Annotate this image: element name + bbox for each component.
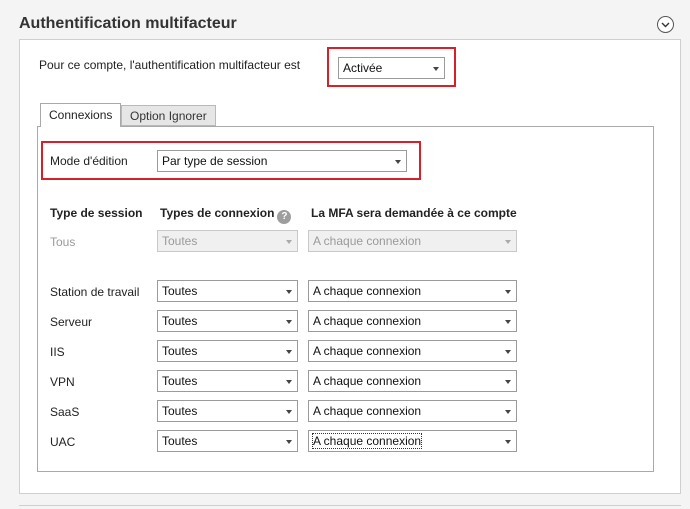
collapse-button[interactable] xyxy=(657,16,674,33)
caret-down-icon xyxy=(505,350,511,354)
caret-down-icon xyxy=(286,290,292,294)
chevron-down-icon xyxy=(661,22,670,27)
mfa-value: A chaque connexion xyxy=(313,284,422,298)
mfa-value: A chaque connexion xyxy=(313,404,422,418)
mfa-select-all: A chaque connexion xyxy=(308,230,517,252)
caret-down-icon xyxy=(505,440,511,444)
connection-value: Toutes xyxy=(162,404,198,418)
caret-down-icon xyxy=(505,410,511,414)
account-mfa-select[interactable]: Activée xyxy=(338,57,445,79)
tab-connexions[interactable]: Connexions xyxy=(40,103,121,127)
mfa-value: A chaque connexion xyxy=(311,433,423,449)
connection-select[interactable]: Toutes xyxy=(157,280,298,302)
connection-select[interactable]: Toutes xyxy=(157,370,298,392)
mfa-value-all: A chaque connexion xyxy=(313,234,422,248)
connection-select-all: Toutes xyxy=(157,230,298,252)
connection-value: Toutes xyxy=(162,374,198,388)
mfa-select[interactable]: A chaque connexion xyxy=(308,310,517,332)
caret-down-icon xyxy=(395,160,401,164)
connection-value: Toutes xyxy=(162,434,198,448)
account-mfa-label: Pour ce compte, l'authentification multi… xyxy=(39,58,301,72)
session-label: UAC xyxy=(50,435,76,449)
connection-select[interactable]: Toutes xyxy=(157,310,298,332)
mfa-select[interactable]: A chaque connexion xyxy=(308,340,517,362)
caret-down-icon xyxy=(505,380,511,384)
section-title: Authentification multifacteur xyxy=(19,15,237,32)
header-connection-types: Types de connexion? xyxy=(160,206,292,224)
connection-value: Toutes xyxy=(162,284,198,298)
divider xyxy=(19,505,681,506)
help-icon[interactable]: ? xyxy=(277,209,292,224)
caret-down-icon xyxy=(286,410,292,414)
session-label: IIS xyxy=(50,345,65,359)
mfa-select[interactable]: A chaque connexion xyxy=(308,280,517,302)
edit-mode-select[interactable]: Par type de session xyxy=(157,150,407,172)
caret-down-icon xyxy=(433,67,439,71)
edit-mode-label: Mode d'édition xyxy=(50,154,128,168)
caret-down-icon xyxy=(505,290,511,294)
mfa-select[interactable]: A chaque connexion xyxy=(308,430,517,452)
caret-down-icon xyxy=(286,320,292,324)
session-label: SaaS xyxy=(50,405,80,419)
mfa-value: A chaque connexion xyxy=(313,314,422,328)
session-label-all: Tous xyxy=(50,235,76,249)
caret-down-icon xyxy=(286,350,292,354)
session-label: Station de travail xyxy=(50,285,140,299)
connection-value: Toutes xyxy=(162,344,198,358)
caret-down-icon xyxy=(505,320,511,324)
session-label: Serveur xyxy=(50,315,93,329)
caret-down-icon xyxy=(286,380,292,384)
mfa-value: A chaque connexion xyxy=(313,344,422,358)
mfa-select[interactable]: A chaque connexion xyxy=(308,370,517,392)
connection-value-all: Toutes xyxy=(162,234,198,248)
caret-down-icon xyxy=(286,440,292,444)
session-label: VPN xyxy=(50,375,75,389)
connection-select[interactable]: Toutes xyxy=(157,340,298,362)
header-mfa-required: La MFA sera demandée à ce compte xyxy=(311,206,517,220)
connection-value: Toutes xyxy=(162,314,198,328)
edit-mode-value: Par type de session xyxy=(162,154,268,168)
mfa-value: A chaque connexion xyxy=(313,374,422,388)
connection-select[interactable]: Toutes xyxy=(157,430,298,452)
connection-select[interactable]: Toutes xyxy=(157,400,298,422)
caret-down-icon xyxy=(505,240,511,244)
header-session-type: Type de session xyxy=(50,206,143,220)
account-mfa-value: Activée xyxy=(343,61,383,75)
mfa-select[interactable]: A chaque connexion xyxy=(308,400,517,422)
header-connection-types-label: Types de connexion xyxy=(160,206,275,220)
caret-down-icon xyxy=(286,240,292,244)
tab-option-ignorer[interactable]: Option Ignorer xyxy=(121,105,216,126)
